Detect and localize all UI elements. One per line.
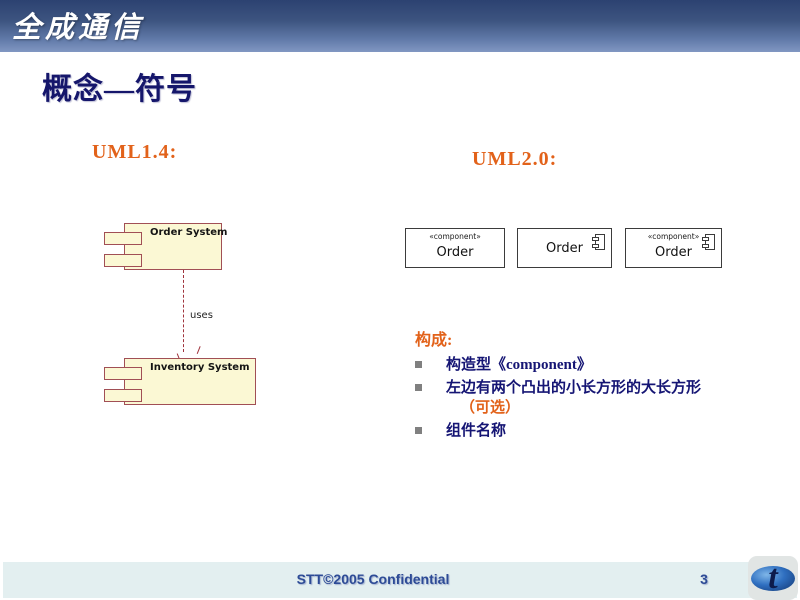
header-banner: 全成通信 [0, 0, 800, 52]
uml20-component-box-1: «component» Order [405, 228, 505, 268]
footer-confidential-text: STT©2005 Confidential [296, 571, 450, 587]
brand-logo-text: 全成通信 [12, 12, 145, 44]
list-item-label: 组件名称 [446, 423, 507, 439]
component-name-label: Order [436, 245, 474, 260]
list-item: 左边有两个凸出的小长方形的大长方形 （可选） [412, 378, 772, 418]
composition-heading: 构成: [415, 332, 453, 349]
uses-dependency-label: uses [190, 310, 213, 321]
uml20-heading: UML2.0: [472, 148, 558, 170]
page-number: 3 [700, 571, 708, 587]
list-item-label: 构造型《component》 [446, 357, 592, 373]
component-tab-lower [104, 389, 142, 402]
bullet-square-icon [415, 361, 422, 368]
composition-list: 构造型《component》 左边有两个凸出的小长方形的大长方形 （可选） 组件… [412, 355, 772, 444]
component-label: Inventory System [150, 362, 250, 373]
footer-bar: STT©2005 Confidential 3 [3, 562, 797, 598]
component-icon [702, 234, 715, 250]
component-tab-lower [104, 254, 142, 267]
stereotype-label: «component» [429, 232, 481, 241]
logo-mark-icon: t [768, 559, 778, 596]
component-icon-tab-lower [592, 244, 599, 248]
component-tab-upper [104, 367, 142, 380]
bullet-square-icon [415, 384, 422, 391]
list-item-label: 左边有两个凸出的小长方形的大长方形 [446, 380, 702, 396]
list-item: 构造型《component》 [412, 355, 772, 375]
bullet-square-icon [415, 427, 422, 434]
component-icon-tab-lower [702, 244, 709, 248]
uml20-component-box-3: «component» Order [625, 228, 722, 268]
page-title: 概念—符号 [42, 73, 197, 106]
component-icon-tab-upper [592, 237, 599, 241]
corner-logo: t [748, 556, 798, 600]
list-item: 组件名称 [412, 421, 772, 441]
list-item-sublabel: （可选） [460, 400, 521, 416]
uml20-component-box-2: Order [517, 228, 612, 268]
component-icon-tab-upper [702, 237, 709, 241]
uml14-heading: UML1.4: [92, 141, 178, 163]
component-tab-upper [104, 232, 142, 245]
component-icon [592, 234, 605, 250]
uses-dependency-line [183, 270, 186, 352]
component-label: Order System [150, 227, 228, 238]
slide-canvas: 全成通信 概念—符号 UML1.4: Order System uses Inv… [0, 0, 800, 600]
